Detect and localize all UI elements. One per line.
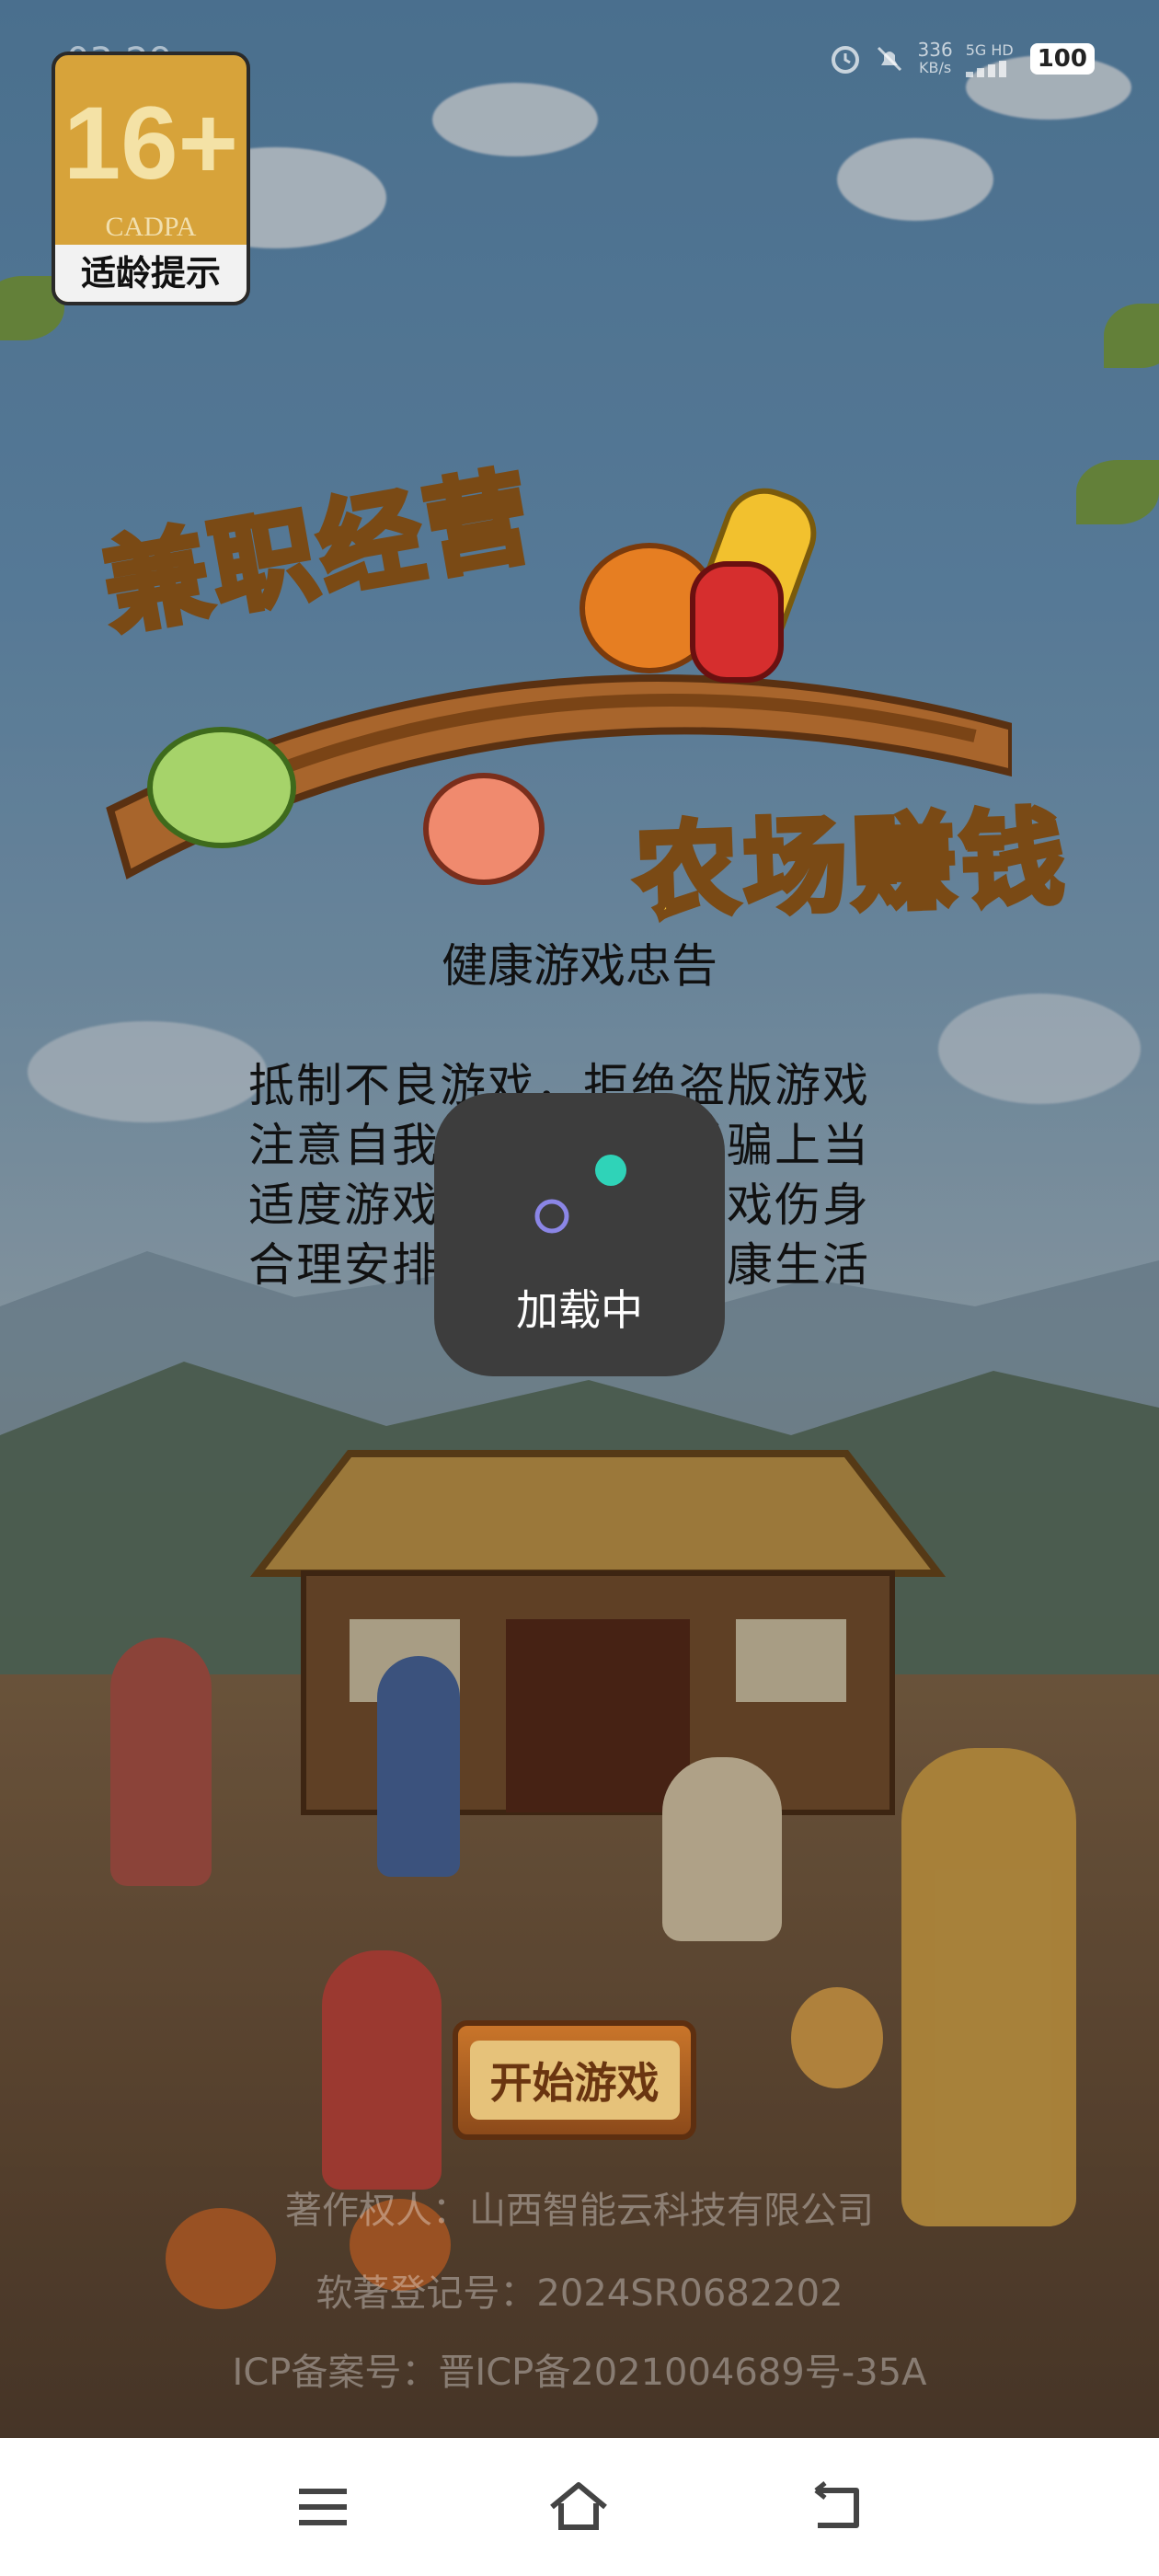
- pepper-icon: [690, 561, 784, 683]
- loading-dialog: 加载中: [434, 1093, 725, 1376]
- age-rating-org: CADPA: [105, 212, 197, 242]
- menu-button[interactable]: [291, 2475, 355, 2539]
- alarm-icon: [831, 46, 859, 74]
- health-notice-title: 健康游戏忠告: [442, 939, 717, 993]
- signal-indicator: 5G HD: [965, 40, 1017, 77]
- game-logo: 兼职经营 农场赚钱: [83, 432, 1085, 936]
- icp-text: ICP备案号：晋ICP备2021004689号-35A: [232, 2352, 927, 2394]
- software-registration-text: 软著登记号：2024SR0682202: [316, 2272, 843, 2315]
- home-button[interactable]: [546, 2475, 611, 2539]
- network-speed-value: 336: [917, 39, 953, 61]
- copyright-text: 著作权人：山西智能云科技有限公司: [285, 2190, 874, 2232]
- battery-indicator: 100: [1029, 43, 1095, 75]
- network-type: 5G HD: [965, 40, 1014, 59]
- age-rating-label: 适龄提示: [55, 245, 247, 302]
- back-button[interactable]: [806, 2475, 870, 2539]
- status-icons: 336 KB/s 5G HD 100: [830, 40, 1095, 77]
- network-speed-unit: KB/s: [919, 59, 952, 76]
- menu-icon: [299, 2489, 347, 2525]
- start-game-label: 开始游戏: [469, 2041, 680, 2120]
- network-speed: 336 KB/s: [918, 40, 953, 77]
- system-navigation-bar: [0, 2438, 1159, 2576]
- home-icon: [550, 2482, 607, 2530]
- back-icon: [814, 2481, 859, 2528]
- loading-spinner-icon: [534, 1155, 626, 1234]
- start-game-button[interactable]: 开始游戏: [453, 2020, 696, 2140]
- logo-line2: 农场赚钱: [630, 796, 1073, 936]
- signal-icon: [965, 60, 1006, 77]
- age-rating-number: 16+: [63, 86, 238, 201]
- peach-icon: [423, 773, 545, 885]
- cabbage-icon: [147, 727, 296, 848]
- loading-label: 加载中: [516, 1285, 643, 1335]
- mute-bell-icon: [877, 46, 901, 72]
- age-rating-badge: 16+ CADPA 适龄提示: [52, 52, 250, 305]
